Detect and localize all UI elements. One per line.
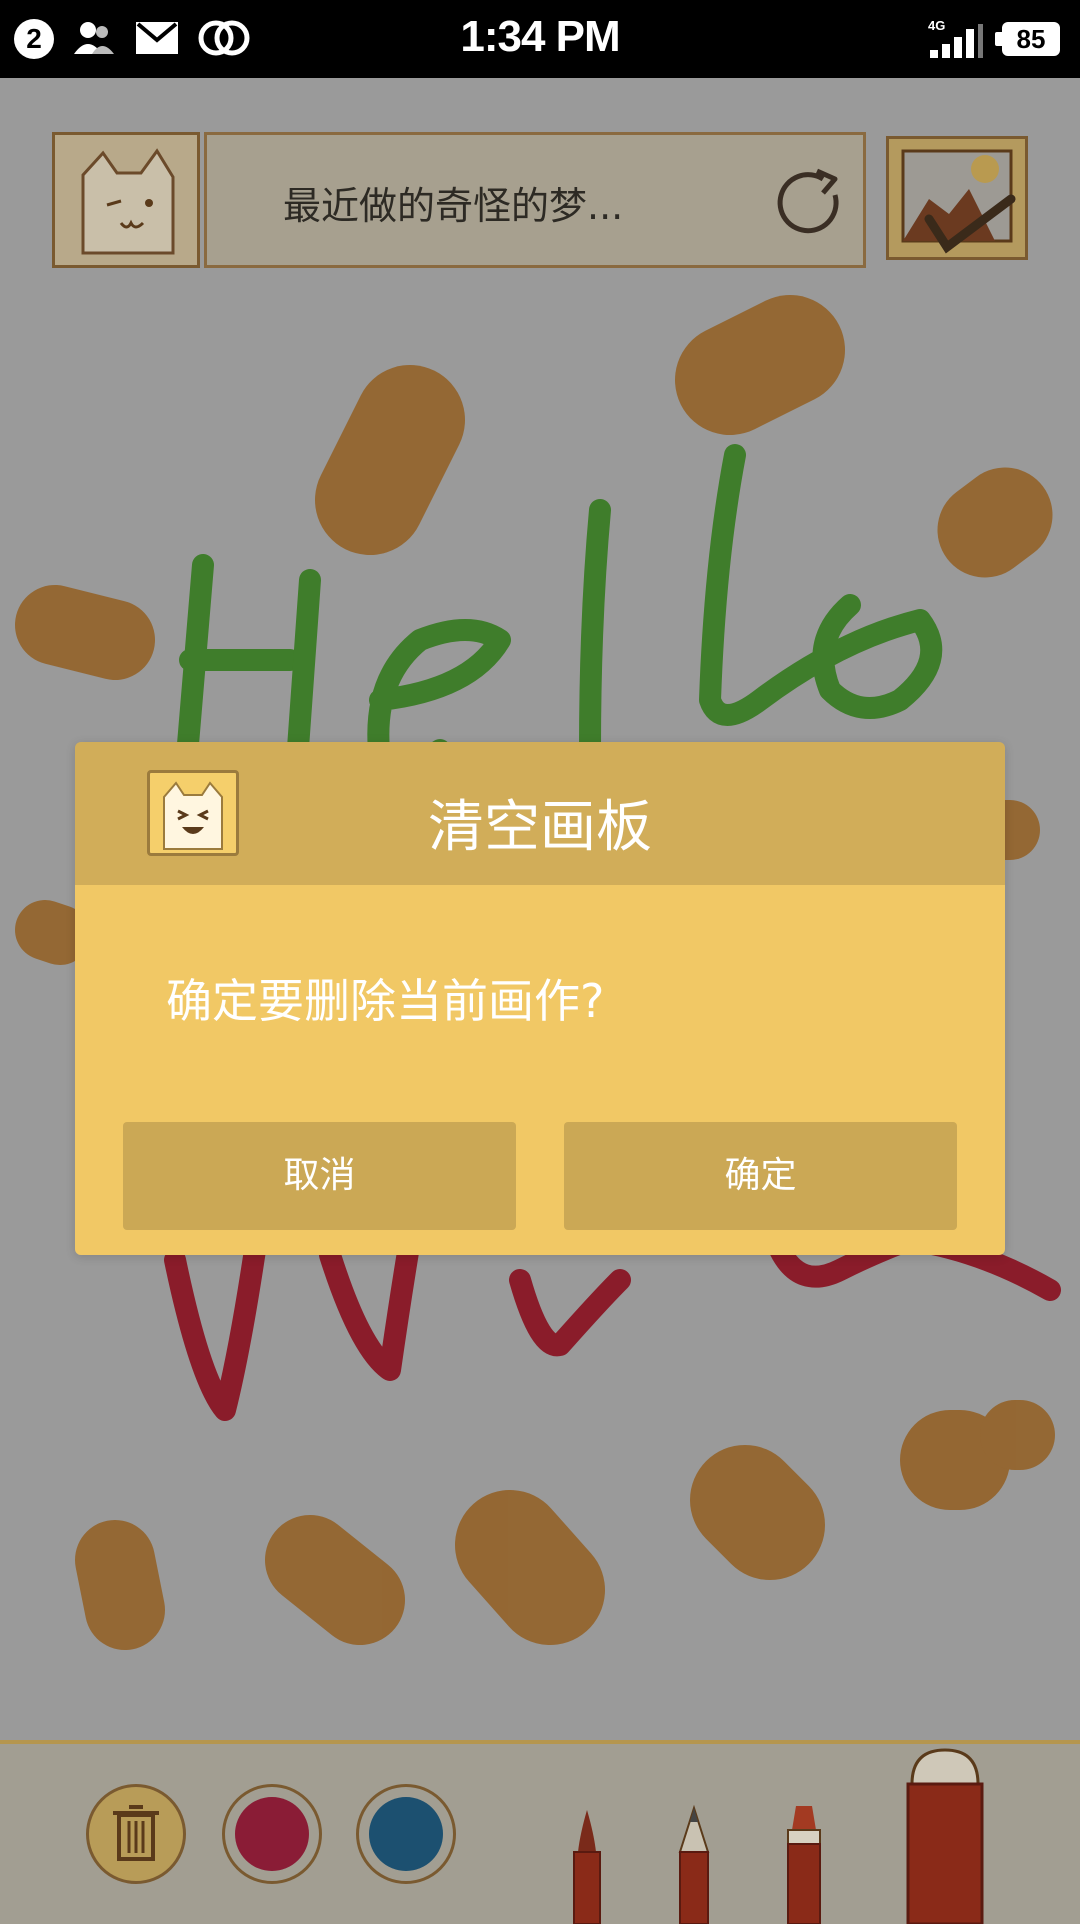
dialog-header: 清空画板 — [75, 742, 1005, 885]
cancel-button[interactable]: 取消 — [123, 1122, 516, 1230]
modal-overlay[interactable]: 清空画板 确定要删除当前画作? 取消 确定 — [0, 0, 1080, 1920]
clear-canvas-dialog: 清空画板 确定要删除当前画作? 取消 确定 — [75, 742, 1005, 1255]
dialog-message: 确定要删除当前画作? — [166, 974, 605, 1028]
confirm-button[interactable]: 确定 — [564, 1122, 957, 1230]
dialog-body: 确定要删除当前画作? 取消 确定 — [75, 885, 1005, 1255]
dialog-title: 清空画板 — [428, 795, 652, 860]
